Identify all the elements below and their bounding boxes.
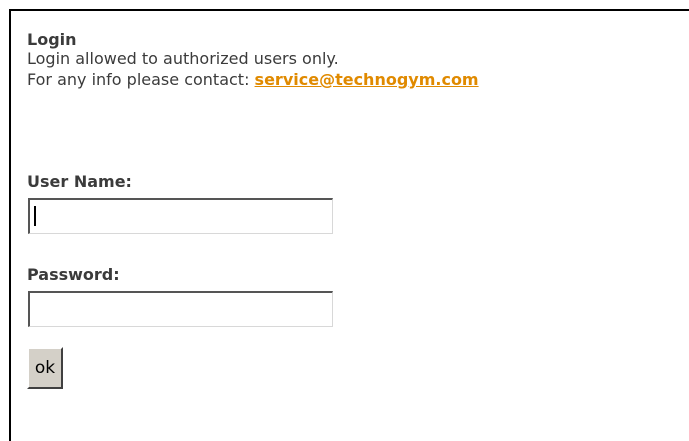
contact-line: For any info please contact: service@tec… — [27, 70, 479, 90]
login-title: Login — [27, 30, 77, 49]
authorized-notice: Login allowed to authorized users only. — [27, 49, 339, 68]
login-panel: Login Login allowed to authorized users … — [9, 9, 689, 441]
password-label: Password: — [27, 265, 120, 284]
username-input[interactable] — [28, 198, 333, 234]
ok-button[interactable]: ok — [27, 347, 63, 389]
username-label: User Name: — [27, 172, 132, 191]
password-input[interactable] — [28, 291, 333, 327]
contact-prefix: For any info please contact: — [27, 70, 255, 89]
text-cursor — [34, 206, 36, 226]
contact-email-link[interactable]: service@technogym.com — [255, 70, 479, 89]
